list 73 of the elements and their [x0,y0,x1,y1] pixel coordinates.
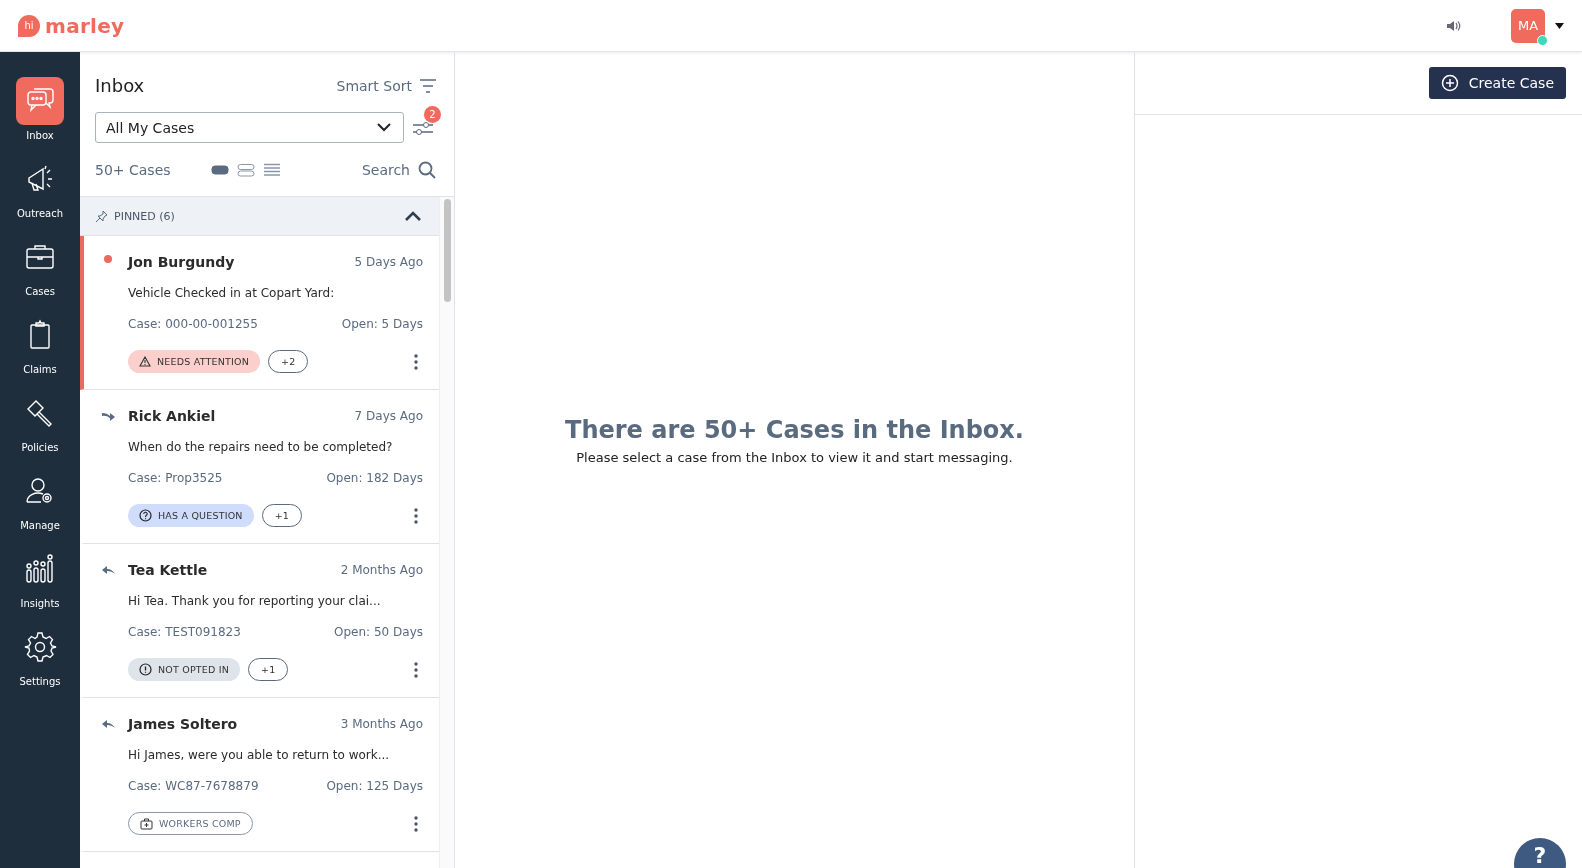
view-mode-icon[interactable] [236,163,255,177]
nav-item[interactable]: Claims [5,311,75,382]
case-time: 3 Months Ago [340,717,423,731]
case-number: Case: WC87-7678879 [128,779,259,793]
chevron-icon[interactable] [405,211,421,221]
reply-arrow-icon [102,719,115,729]
unread-dot [104,255,112,263]
help-button[interactable]: ? [1514,838,1566,868]
case-card[interactable]: Tea Kettle 2 Months Ago Hi Tea. Thank you for reporting your clai... Case: TEST091823 Open: 50 Days NOT OPTED IN +1 [80,544,439,698]
smart-sort-button[interactable]: Smart Sort [336,77,436,94]
create-case-button[interactable]: Create Case [1428,67,1566,99]
more-options-icon[interactable] [414,507,418,524]
customer-name: Rick Ankiel [128,408,216,424]
nav-item[interactable]: Insights [5,545,75,616]
search-icon [418,161,436,179]
case-number: Case: Prop3525 [128,471,223,485]
pin-icon [95,209,108,223]
inbox-title: Inbox [95,75,145,96]
empty-state-title: There are 50+ Cases in the Inbox. [565,415,1024,444]
logo-text: marley [45,13,125,38]
view-mode-icon[interactable] [262,163,281,177]
nav-item[interactable]: Settings [5,623,75,694]
sort-lines-icon [420,78,436,93]
case-count: 50+ Cases [95,162,171,178]
nav-item[interactable]: Manage [5,467,75,538]
scrollbar[interactable] [439,197,454,868]
case-number: Case: 000-00-001255 [128,317,258,331]
search-button[interactable]: Search [361,161,436,179]
pinned-label: PINNED (6) [114,209,175,223]
view-mode-icon[interactable] [210,163,229,177]
case-number: Case: TEST091823 [128,625,241,639]
filter-count-badge: 2 [424,105,441,123]
open-duration: Open: 5 Days [341,317,423,331]
nav-item[interactable]: Outreach [5,155,75,226]
customer-name: Tea Kettle [128,562,208,578]
customer-name: James Soltero [128,716,238,732]
customer-name: Jon Burgundy [128,254,235,270]
case-time: 2 Months Ago [340,563,423,577]
case-tag: NEEDS ATTENTION [128,350,260,373]
open-duration: Open: 125 Days [326,779,423,793]
nav-item[interactable]: Policies [5,389,75,460]
case-filter-dropdown[interactable]: All My Cases [95,112,404,143]
speaker-icon[interactable] [1447,19,1461,32]
nav-item[interactable]: Inbox [5,77,75,148]
message-preview: Vehicle Checked in at Copart Yard: [128,286,336,300]
exclamation-icon [139,663,152,676]
chevron-down-icon [377,123,391,132]
nav-item[interactable]: Cases [5,233,75,304]
more-options-icon[interactable] [414,661,418,678]
question-icon [139,509,152,522]
more-options-icon[interactable] [414,353,418,370]
message-preview: Hi James, were you able to return to work... [128,748,391,762]
case-tag: NOT OPTED IN [128,658,241,681]
warning-icon [139,356,151,367]
empty-state-subtitle: Please select a case from the Inbox to view it and start messaging. [576,449,1013,465]
caret-icon[interactable] [1555,22,1564,29]
open-duration: Open: 50 Days [334,625,423,639]
medical-kit-icon [140,817,153,830]
pinned-section-header[interactable]: PINNED (6) [80,197,439,236]
case-time: 7 Days Ago [354,409,423,423]
settings-icon [23,630,57,664]
case-card[interactable]: Rick Ankiel 7 Days Ago When do the repairs need to be completed? Case: Prop3525 Open: 182 Days HAS A QUESTION +1 [80,390,439,544]
message-preview: When do the repairs need to be completed? [128,440,394,454]
filter-sliders-icon[interactable] [413,119,433,136]
open-duration: Open: 182 Days [326,471,423,485]
plus-circle-icon [1440,74,1459,92]
reply-arrow-icon [102,565,115,575]
case-time: 5 Days Ago [354,255,423,269]
message-preview: Hi Tea. Thank you for reporting your clai... [128,594,382,608]
logo-badge: hi [18,14,40,37]
forward-arrow-icon [102,411,115,421]
more-options-icon[interactable] [414,815,418,832]
case-tag: HAS A QUESTION [128,504,254,527]
